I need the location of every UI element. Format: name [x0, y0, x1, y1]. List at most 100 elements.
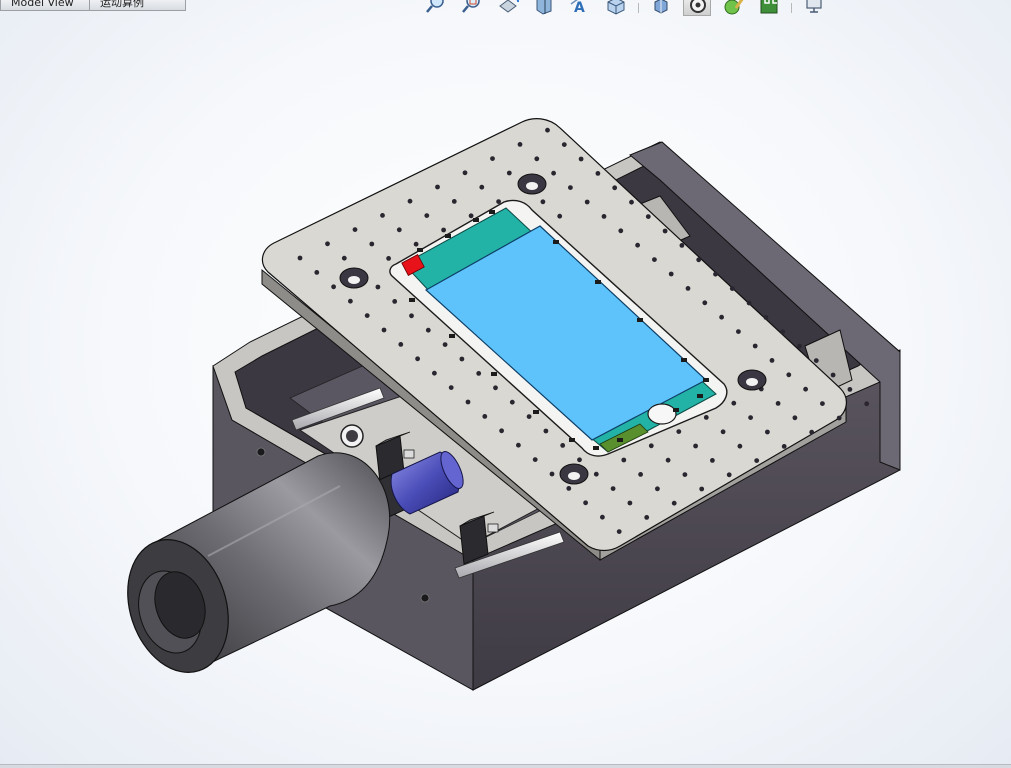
- vacuum-hole: [506, 170, 512, 176]
- vacuum-hole: [348, 298, 353, 304]
- vacuum-hole: [325, 241, 330, 247]
- vacuum-hole: [797, 343, 802, 349]
- vacuum-hole: [769, 358, 775, 363]
- tab-model-view[interactable]: Model View: [0, 0, 90, 11]
- vacuum-hole: [610, 486, 616, 491]
- vacuum-hole: [726, 472, 732, 478]
- toolbar-separator: [791, 3, 792, 13]
- frame-clip: [697, 394, 703, 398]
- zoom-to-fit-icon[interactable]: [422, 0, 450, 16]
- display-style-icon[interactable]: [647, 0, 675, 16]
- frame-clip: [449, 334, 455, 338]
- vacuum-hole: [763, 315, 769, 320]
- vacuum-hole: [392, 299, 398, 304]
- vacuum-hole: [561, 142, 567, 148]
- vacuum-hole: [578, 156, 584, 162]
- vacuum-hole: [425, 327, 431, 333]
- vacuum-hole: [710, 458, 715, 463]
- vacuum-hole: [462, 170, 468, 176]
- fixture-plate-mount-hole[interactable]: [517, 173, 547, 195]
- vacuum-hole: [424, 213, 430, 219]
- frame-clip: [703, 378, 709, 382]
- vacuum-hole: [679, 243, 685, 248]
- frame-clip: [417, 248, 423, 252]
- vacuum-hole: [736, 329, 741, 334]
- vacuum-hole: [809, 429, 815, 435]
- vacuum-hole: [713, 271, 718, 277]
- vacuum-hole: [543, 428, 549, 434]
- vacuum-hole: [780, 329, 786, 335]
- vacuum-hole: [720, 429, 726, 435]
- vacuum-hole: [662, 228, 668, 234]
- vacuum-hole: [765, 429, 770, 435]
- tab-motion-study[interactable]: 运动算例: [90, 0, 186, 11]
- frame-clip: [673, 408, 679, 412]
- vacuum-hole: [648, 443, 654, 449]
- vacuum-hole: [560, 443, 566, 448]
- vacuum-hole: [781, 444, 787, 449]
- edit-appearance-icon[interactable]: [719, 0, 747, 16]
- vacuum-hole: [381, 327, 387, 333]
- vacuum-hole: [719, 314, 724, 320]
- vacuum-hole: [685, 286, 691, 291]
- vacuum-hole: [396, 227, 402, 233]
- vacuum-hole: [693, 443, 698, 449]
- vacuum-hole: [638, 472, 643, 477]
- dynamic-annotation-icon[interactable]: A: [566, 0, 594, 16]
- vacuum-hole: [731, 400, 737, 406]
- vacuum-hole: [627, 500, 633, 506]
- view-tab-strip: Model View 运动算例: [0, 0, 186, 11]
- vacuum-hole: [534, 156, 540, 162]
- vacuum-hole: [476, 371, 482, 376]
- frame-clip: [553, 240, 559, 244]
- vacuum-hole: [792, 415, 798, 421]
- vacuum-hole: [413, 241, 419, 247]
- vacuum-hole: [549, 471, 555, 477]
- base-box-hole: [420, 593, 430, 603]
- frame-clip: [617, 438, 623, 442]
- tab-model-view-label: Model View: [11, 0, 74, 9]
- vacuum-hole: [803, 386, 808, 392]
- vacuum-hole: [583, 500, 588, 506]
- vacuum-hole: [820, 401, 825, 406]
- vacuum-hole: [665, 457, 671, 463]
- apply-scene-icon[interactable]: [755, 0, 783, 16]
- frame-clip: [445, 234, 451, 238]
- hide-show-items-icon[interactable]: [683, 0, 711, 16]
- zoom-to-area-icon[interactable]: [458, 0, 486, 16]
- vacuum-hole: [441, 227, 446, 233]
- view-orientation-icon[interactable]: [602, 0, 630, 16]
- vacuum-hole: [496, 199, 501, 205]
- vacuum-hole: [375, 284, 381, 290]
- vacuum-hole: [451, 199, 457, 204]
- vacuum-hole: [493, 385, 498, 391]
- vacuum-hole: [618, 228, 624, 234]
- fixture-plate-mount-hole[interactable]: [737, 369, 767, 391]
- vacuum-hole: [352, 227, 358, 233]
- vacuum-hole: [748, 415, 753, 420]
- vacuum-hole: [682, 472, 688, 477]
- section-view-icon[interactable]: [530, 0, 558, 16]
- vacuum-hole: [369, 241, 375, 247]
- previous-view-icon[interactable]: [494, 0, 522, 16]
- vacuum-hole: [479, 184, 485, 190]
- vacuum-hole: [517, 142, 523, 147]
- graphics-area[interactable]: [0, 16, 1011, 764]
- vacuum-hole: [696, 257, 702, 263]
- vacuum-hole: [314, 270, 320, 275]
- vacuum-hole: [557, 213, 563, 219]
- frame-clip: [473, 218, 479, 222]
- vacuum-hole: [595, 171, 601, 176]
- vacuum-hole: [584, 199, 590, 205]
- vacuum-hole: [526, 414, 532, 419]
- view-settings-icon[interactable]: [800, 0, 828, 16]
- vacuum-hole: [847, 387, 853, 392]
- vacuum-hole: [754, 458, 760, 463]
- vacuum-hole: [830, 372, 836, 378]
- fixture-plate-mount-hole[interactable]: [559, 463, 589, 485]
- vacuum-hole: [668, 271, 674, 277]
- vacuum-hole: [435, 184, 440, 190]
- vacuum-hole: [629, 199, 634, 205]
- base-box-hole: [256, 447, 266, 457]
- fixture-plate-mount-hole[interactable]: [339, 267, 369, 289]
